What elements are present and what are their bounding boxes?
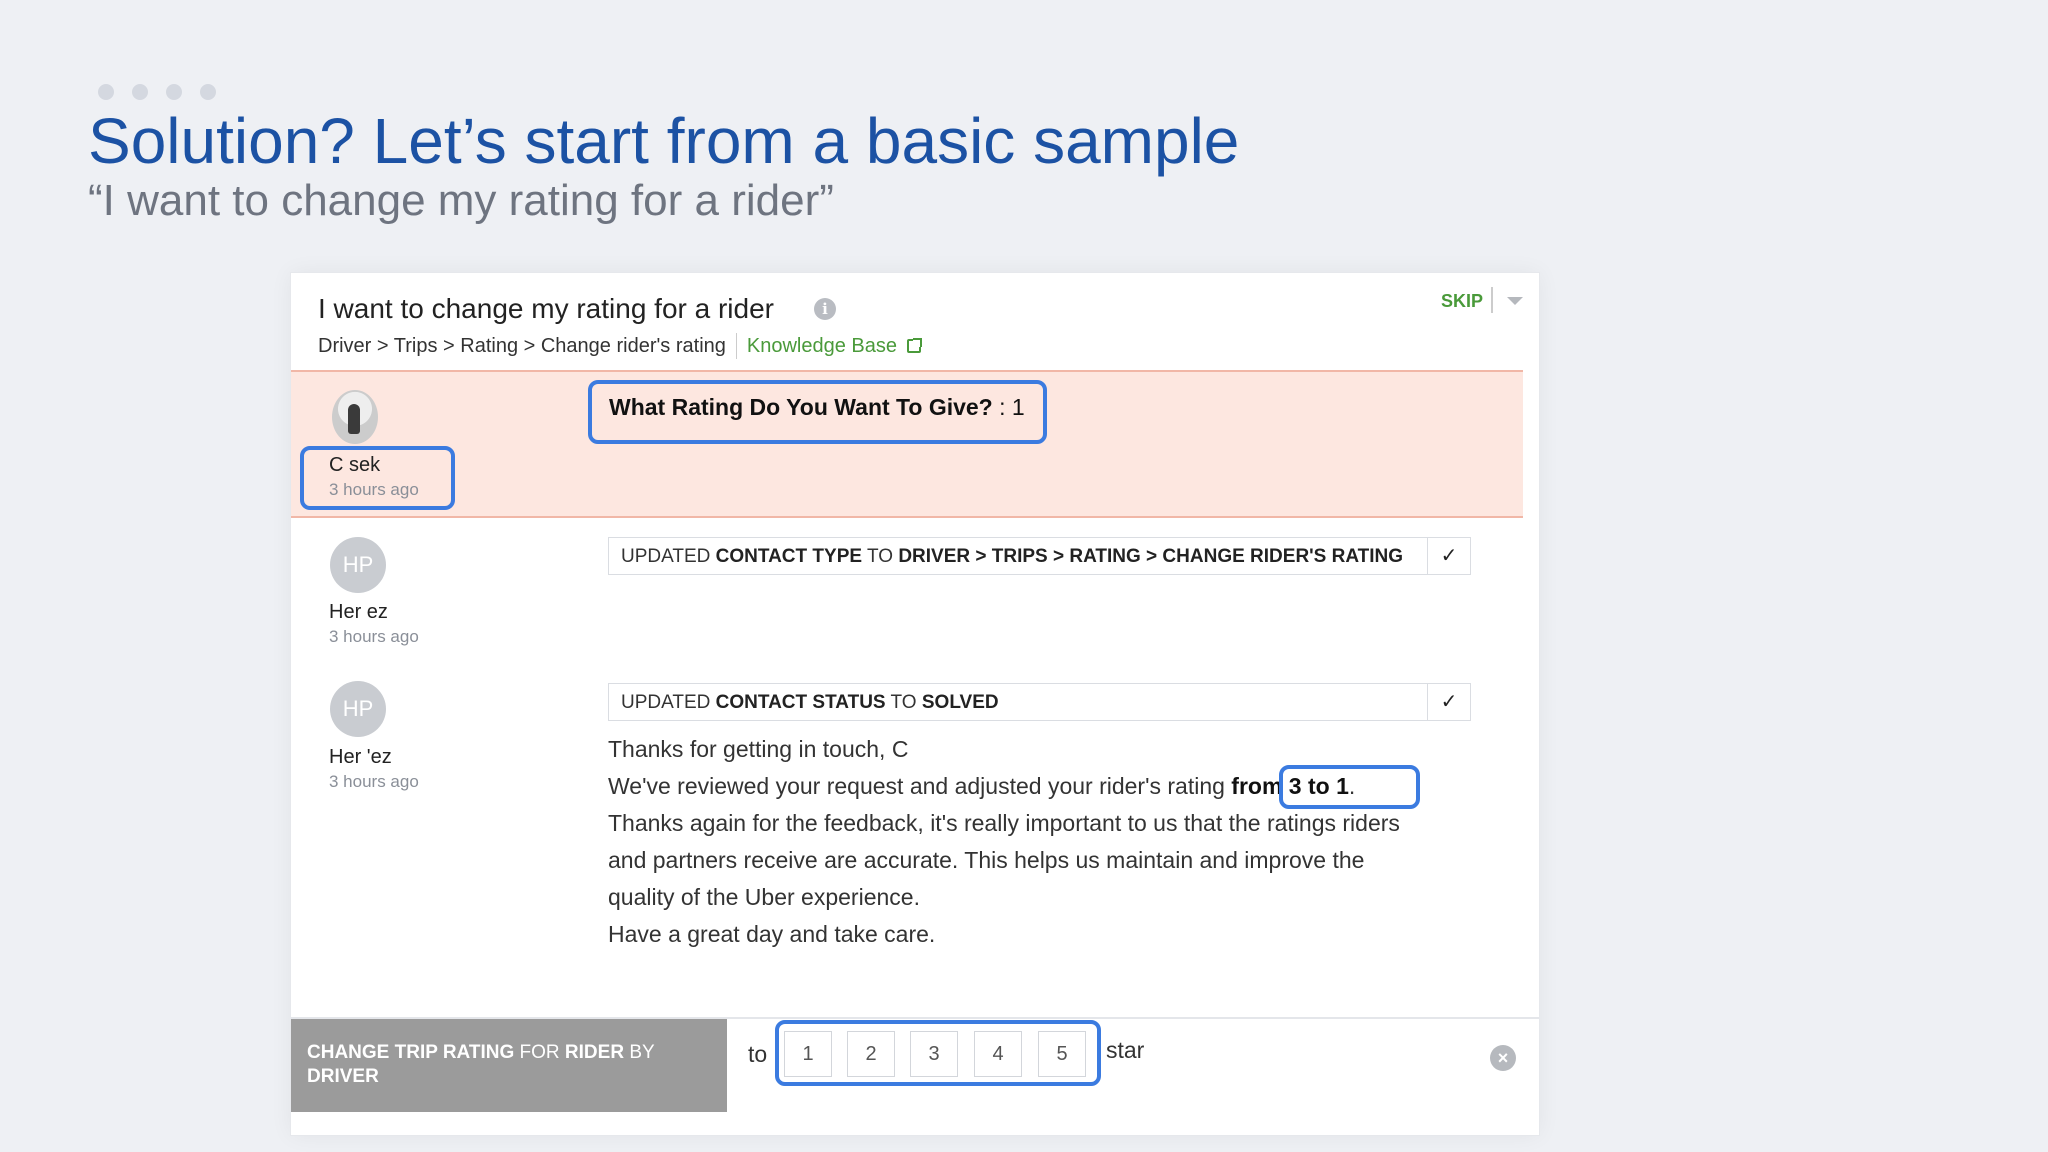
skip-button[interactable]: SKIP [1441,291,1483,312]
info-icon[interactable]: i [814,298,836,320]
chevron-down-icon[interactable] [1507,297,1523,305]
message-line: quality of the Uber experience. [608,884,920,910]
action-prefix: UPDATED [621,546,716,567]
entry-time: 3 hours ago [329,627,419,646]
action-log: UPDATED CONTACT TYPE TO DRIVER > TRIPS >… [608,537,1471,575]
message-line: and partners receive are accurate. This … [608,847,1365,873]
action-value: DRIVER > TRIPS > RATING > CHANGE RIDER'S… [898,546,1404,567]
action-to: TO [862,546,899,567]
action-prefix: UPDATED [621,692,716,713]
avatar: HP [330,681,386,737]
label-part: CHANGE TRIP RATING [307,1042,515,1063]
checkmark-icon[interactable]: ✓ [1427,684,1470,720]
label-part: RIDER [564,1042,625,1063]
close-icon[interactable]: × [1490,1045,1516,1071]
action-label: CHANGE TRIP RATING FOR RIDER BY DRIVER [291,1019,727,1112]
message-line: Thanks again for the feedback, it's real… [608,810,1400,836]
action-value: SOLVED [921,692,999,713]
entry-time: 3 hours ago [329,772,419,791]
to-label: to [748,1041,768,1067]
slide-subtitle: “I want to change my rating for a rider” [88,176,834,225]
progress-dot [132,84,148,100]
action-to: TO [885,692,922,713]
checkmark-icon[interactable]: ✓ [1427,538,1470,574]
knowledge-base-link[interactable]: Knowledge Base [747,335,897,358]
ticket-title: I want to change my rating for a rider [318,293,774,324]
avatar: HP [330,537,386,593]
author-highlight-box [300,446,455,510]
action-text: UPDATED CONTACT TYPE TO DRIVER > TRIPS >… [621,546,1403,568]
slide-progress-dots [98,84,216,100]
message-text: We've reviewed your request and adjusted… [608,773,1232,799]
label-part: FOR [514,1042,565,1063]
label-part: BY [624,1042,655,1063]
progress-dot [166,84,182,100]
message-line: Thanks for getting in touch, C [608,736,909,762]
external-link-icon[interactable] [907,338,922,353]
avatar [332,390,378,444]
breadcrumb: Driver > Trips > Rating > Change rider's… [318,333,922,359]
divider [1491,287,1493,313]
action-log: UPDATED CONTACT STATUS TO SOLVED ✓ [608,683,1471,721]
action-bar: CHANGE TRIP RATING FOR RIDER BY DRIVER to… [291,1017,1539,1114]
breadcrumb-path: Driver > Trips > Rating > Change rider's… [318,334,726,357]
action-text: UPDATED CONTACT STATUS TO SOLVED [621,692,999,714]
progress-dot [98,84,114,100]
support-ticket-panel: I want to change my rating for a rider i… [291,273,1539,1135]
rating-buttons-highlight-box [775,1020,1101,1086]
entry-author: Her ez [329,601,388,623]
slide-title: Solution? Let’s start from a basic sampl… [88,105,1240,177]
entry-author: Her 'ez [329,746,392,768]
message-line: Have a great day and take care. [608,921,936,947]
rating-change-highlight-box [1279,765,1420,809]
divider [735,333,737,359]
label-part: DRIVER [307,1066,379,1087]
progress-dot [200,84,216,100]
question-highlight-box [588,380,1047,444]
action-field: CONTACT STATUS [715,692,886,713]
action-field: CONTACT TYPE [715,546,863,567]
star-label: star [1106,1037,1145,1063]
